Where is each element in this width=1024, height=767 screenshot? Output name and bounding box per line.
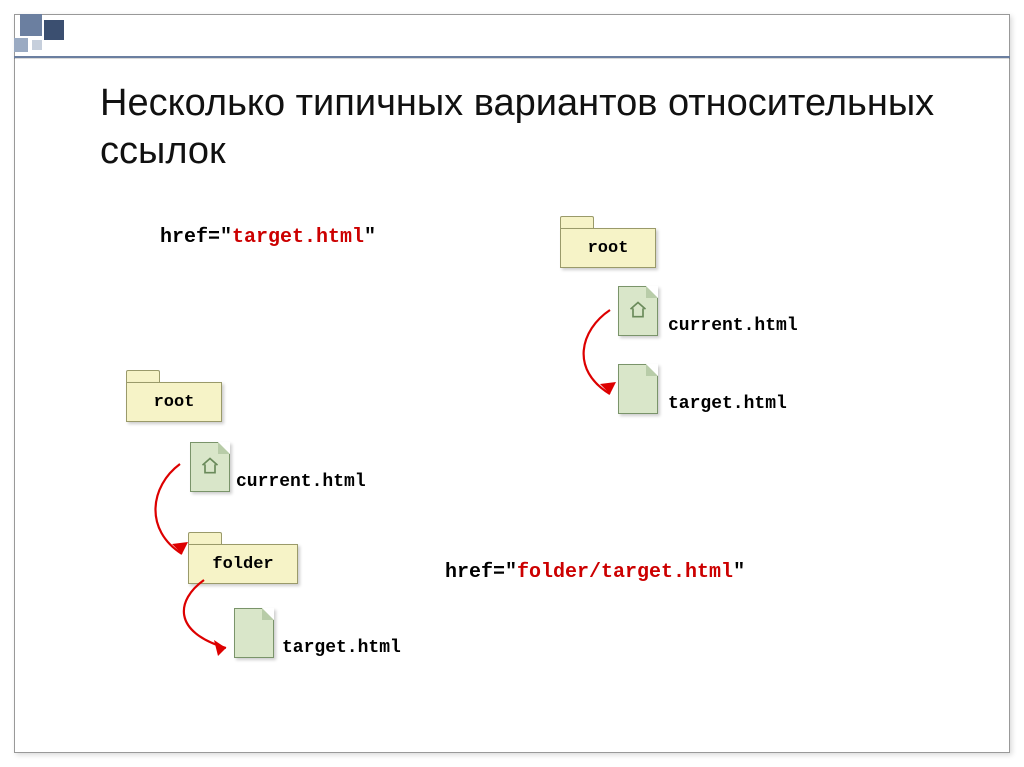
decorative-squares	[14, 14, 74, 56]
code-href-prefix: href="	[445, 561, 517, 584]
folder-label: root	[154, 393, 195, 412]
file-icon	[190, 442, 230, 492]
decorative-bar	[14, 56, 1010, 58]
folder-label: folder	[212, 555, 273, 574]
code-target-value: folder/target.html	[517, 561, 733, 584]
file-icon	[234, 608, 274, 658]
code-example-1: href="target.html"	[160, 226, 376, 249]
file-label: target.html	[668, 394, 787, 414]
home-icon	[628, 300, 648, 320]
file-icon	[618, 364, 658, 414]
file-icon	[618, 286, 658, 336]
home-icon	[200, 456, 220, 476]
code-example-2: href="folder/target.html"	[445, 561, 745, 584]
code-target-value: target.html	[232, 226, 364, 249]
folder-icon: folder	[188, 532, 298, 584]
code-href-suffix: "	[364, 226, 376, 249]
file-label: current.html	[668, 316, 798, 336]
file-label: current.html	[236, 472, 366, 492]
folder-icon: root	[126, 370, 222, 422]
folder-icon: root	[560, 216, 656, 268]
code-href-suffix: "	[733, 561, 745, 584]
file-label: target.html	[282, 638, 401, 658]
folder-label: root	[588, 239, 629, 258]
slide-title: Несколько типичных вариантов относительн…	[100, 80, 964, 175]
code-href-prefix: href="	[160, 226, 232, 249]
